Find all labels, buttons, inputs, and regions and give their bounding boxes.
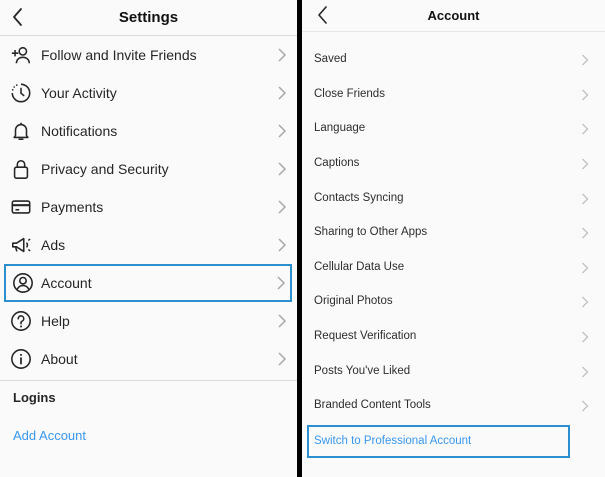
megaphone-icon: [10, 234, 32, 256]
chevron-right-icon: [581, 226, 589, 239]
settings-item-follow-invite[interactable]: Follow and Invite Friends: [0, 36, 297, 74]
settings-panel: Settings Follow and Invite Friends Your …: [0, 0, 297, 477]
settings-item-help[interactable]: Help: [0, 302, 297, 340]
chevron-right-icon: [277, 86, 287, 100]
chevron-right-icon: [277, 352, 287, 366]
chevron-right-icon: [581, 53, 589, 66]
section-divider: [0, 380, 297, 381]
chevron-right-icon: [581, 295, 589, 308]
settings-item-label: Notifications: [41, 123, 118, 139]
settings-item-label: Payments: [41, 199, 104, 215]
settings-item-account[interactable]: Account: [4, 264, 292, 302]
account-item-label: Saved: [314, 53, 347, 66]
chevron-right-icon: [581, 192, 589, 205]
add-account-link[interactable]: Add Account: [13, 428, 86, 443]
account-item-label: Captions: [314, 157, 360, 170]
account-item-label: Request Verification: [314, 330, 417, 343]
account-item-original-photos[interactable]: Original Photos: [302, 284, 605, 319]
account-header: Account: [302, 0, 605, 32]
account-item-label: Language: [314, 122, 366, 135]
page-title: Account: [427, 8, 480, 23]
account-item-sharing-other-apps[interactable]: Sharing to Other Apps: [302, 215, 605, 250]
settings-list: Follow and Invite Friends Your Activity …: [0, 36, 297, 378]
account-circle-icon: [12, 272, 34, 294]
account-item-label: Close Friends: [314, 87, 385, 100]
settings-item-payments[interactable]: Payments: [0, 188, 297, 226]
card-icon: [10, 196, 32, 218]
settings-item-label: Account: [41, 275, 92, 291]
settings-item-label: About: [41, 351, 78, 367]
bell-icon: [10, 120, 32, 142]
account-item-label: Posts You've Liked: [314, 364, 411, 377]
account-item-label: Sharing to Other Apps: [314, 226, 428, 239]
account-panel: Account Saved Close Friends Language Cap…: [302, 0, 605, 477]
account-item-label: Cellular Data Use: [314, 260, 405, 273]
lock-icon: [10, 158, 32, 180]
settings-item-label: Help: [41, 313, 70, 329]
account-item-close-friends[interactable]: Close Friends: [302, 77, 605, 112]
chevron-right-icon: [277, 162, 287, 176]
settings-item-privacy-security[interactable]: Privacy and Security: [0, 150, 297, 188]
chevron-right-icon: [277, 48, 287, 62]
settings-item-ads[interactable]: Ads: [0, 226, 297, 264]
account-item-label: Original Photos: [314, 295, 393, 308]
activity-clock-icon: [10, 82, 32, 104]
account-item-contacts-syncing[interactable]: Contacts Syncing: [302, 180, 605, 215]
page-title: Settings: [118, 9, 179, 26]
chevron-right-icon: [581, 365, 589, 378]
account-item-branded-content[interactable]: Branded Content Tools: [302, 388, 605, 423]
settings-item-label: Your Activity: [41, 85, 117, 101]
chevron-right-icon: [277, 238, 287, 252]
chevron-right-icon: [581, 261, 589, 274]
help-circle-icon: [10, 310, 32, 332]
chevron-right-icon: [581, 88, 589, 101]
chevron-right-icon: [277, 124, 287, 138]
account-list: Saved Close Friends Language Captions Co…: [302, 42, 605, 458]
chevron-right-icon: [276, 276, 286, 290]
account-item-language[interactable]: Language: [302, 111, 605, 146]
settings-item-your-activity[interactable]: Your Activity: [0, 74, 297, 112]
account-item-saved[interactable]: Saved: [302, 42, 605, 77]
settings-item-label: Ads: [41, 237, 66, 253]
logins-section-title: Logins: [13, 390, 56, 405]
chevron-right-icon: [277, 314, 287, 328]
chevron-right-icon: [277, 200, 287, 214]
info-circle-icon: [10, 348, 32, 370]
settings-header: Settings: [0, 0, 297, 36]
chevron-right-icon: [581, 157, 589, 170]
switch-professional-account-link[interactable]: Switch to Professional Account: [307, 424, 570, 458]
account-item-label: Contacts Syncing: [314, 191, 404, 204]
settings-item-label: Privacy and Security: [41, 161, 169, 177]
settings-item-about[interactable]: About: [0, 340, 297, 378]
chevron-right-icon: [581, 330, 589, 343]
account-item-captions[interactable]: Captions: [302, 146, 605, 181]
account-item-posts-liked[interactable]: Posts You've Liked: [302, 353, 605, 388]
add-person-icon: [10, 44, 32, 66]
chevron-right-icon: [581, 122, 589, 135]
account-item-label: Branded Content Tools: [314, 399, 431, 412]
account-item-request-verification[interactable]: Request Verification: [302, 319, 605, 354]
account-item-cellular-data[interactable]: Cellular Data Use: [302, 250, 605, 285]
settings-item-label: Follow and Invite Friends: [41, 47, 197, 63]
switch-professional-label: Switch to Professional Account: [314, 435, 472, 448]
chevron-right-icon: [581, 399, 589, 412]
settings-item-notifications[interactable]: Notifications: [0, 112, 297, 150]
